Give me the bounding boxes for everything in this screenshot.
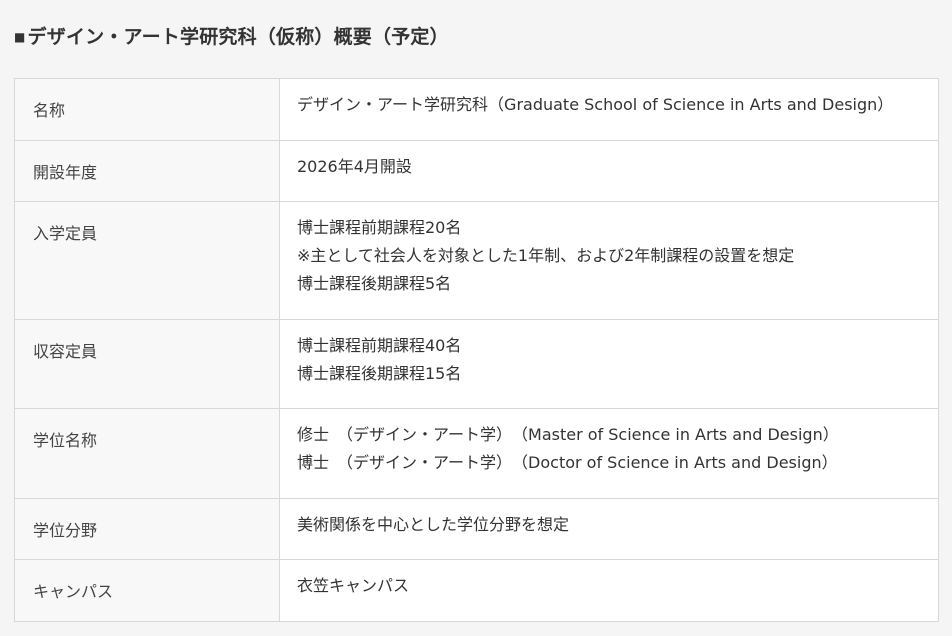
value-line: 修士 （デザイン・アート学） （Master of Science in Art… [297, 425, 839, 444]
value-line: ※主として社会人を対象とした1年制、および2年制課程の設置を想定 [297, 246, 795, 265]
overview-table: 名称 デザイン・アート学研究科（Graduate School of Scien… [14, 78, 939, 622]
table-row-total-capacity: 収容定員 博士課程前期課程40名 博士課程後期課程15名 [14, 319, 939, 409]
table-row-degree-field: 学位分野 美術関係を中心とした学位分野を想定 [14, 498, 939, 560]
row-label: 収容定員 [14, 319, 280, 409]
row-value: 博士課程前期課程40名 博士課程後期課程15名 [279, 319, 939, 409]
row-value: 博士課程前期課程20名 ※主として社会人を対象とした1年制、および2年制課程の設… [279, 201, 939, 320]
value-line: 衣笠キャンパス [297, 576, 410, 595]
row-label: キャンパス [14, 559, 280, 622]
row-label: 学位名称 [14, 408, 280, 499]
table-row-name: 名称 デザイン・アート学研究科（Graduate School of Scien… [14, 78, 939, 141]
table-row-opening-year: 開設年度 2026年4月開設 [14, 140, 939, 202]
row-label: 開設年度 [14, 140, 280, 202]
row-value: 衣笠キャンパス [279, 559, 939, 622]
value-line: デザイン・アート学研究科（Graduate School of Science … [297, 95, 894, 114]
value-line: 博士 （デザイン・アート学） （Doctor of Science in Art… [297, 453, 838, 472]
table-row-campus: キャンパス 衣笠キャンパス [14, 559, 939, 622]
value-line: 美術関係を中心とした学位分野を想定 [297, 515, 570, 534]
value-line: 博士課程後期課程15名 [297, 364, 462, 383]
row-value: 美術関係を中心とした学位分野を想定 [279, 498, 939, 560]
section-heading: ■ デザイン・アート学研究科（仮称）概要（予定） [14, 22, 449, 49]
value-line: 2026年4月開設 [297, 157, 412, 176]
row-value: 修士 （デザイン・アート学） （Master of Science in Art… [279, 408, 939, 499]
row-value: 2026年4月開設 [279, 140, 939, 202]
table-row-degree-name: 学位名称 修士 （デザイン・アート学） （Master of Science i… [14, 408, 939, 499]
square-bullet-icon: ■ [14, 30, 26, 44]
row-label: 名称 [14, 78, 280, 141]
section-title: デザイン・アート学研究科（仮称）概要（予定） [27, 26, 449, 48]
value-line: 博士課程前期課程20名 [297, 218, 462, 237]
table-row-admission-capacity: 入学定員 博士課程前期課程20名 ※主として社会人を対象とした1年制、および2年… [14, 201, 939, 320]
row-value: デザイン・アート学研究科（Graduate School of Science … [279, 78, 939, 141]
value-line: 博士課程前期課程40名 [297, 336, 462, 355]
row-label: 学位分野 [14, 498, 280, 560]
row-label: 入学定員 [14, 201, 280, 320]
value-line: 博士課程後期課程5名 [297, 274, 452, 293]
